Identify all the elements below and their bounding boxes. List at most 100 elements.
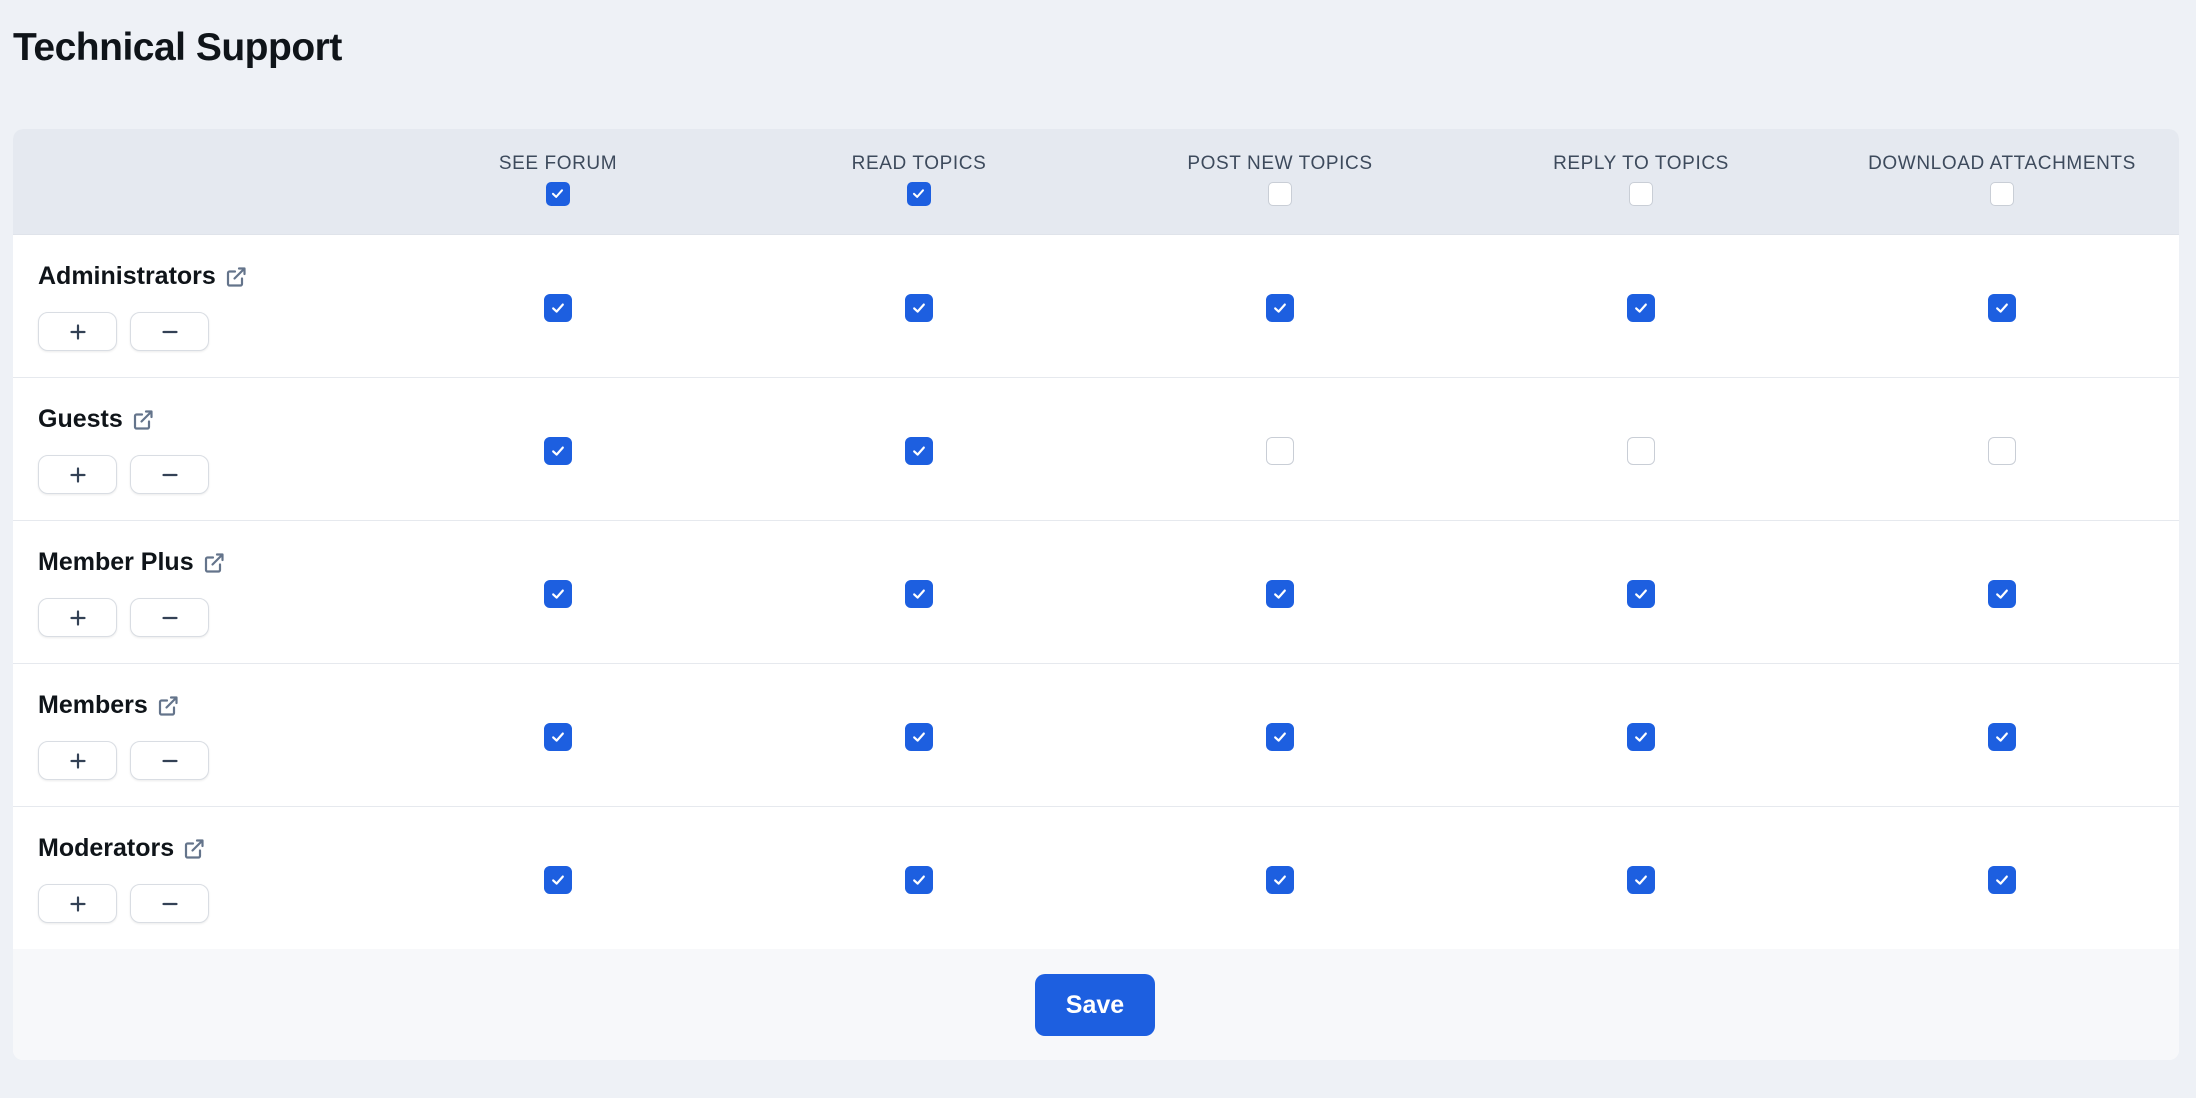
permission-checkbox[interactable] [1627, 437, 1655, 465]
permission-checkbox[interactable] [1988, 580, 2016, 608]
permission-checkbox[interactable] [905, 723, 933, 751]
external-link-icon[interactable] [202, 551, 226, 575]
remove-button[interactable] [130, 598, 209, 637]
permission-cell [1266, 294, 1294, 322]
plus-icon [69, 466, 86, 483]
checkmark-icon [913, 589, 925, 599]
permissions-panel: SEE FORUM READ TOPICS POST NEW TOPICS REPLY… [13, 129, 2179, 1060]
remove-button[interactable] [130, 884, 209, 923]
permission-checkbox[interactable] [1266, 866, 1294, 894]
permission-checkbox[interactable] [905, 580, 933, 608]
remove-button[interactable] [130, 741, 209, 780]
permission-checkbox[interactable] [1627, 866, 1655, 894]
permission-checkbox[interactable] [905, 294, 933, 322]
checkmark-icon [1635, 732, 1647, 742]
permission-cell [1627, 437, 1655, 465]
permission-checkbox[interactable] [1988, 723, 2016, 751]
select-all-checkbox[interactable] [1990, 182, 2014, 206]
group-row: Guests [13, 378, 2179, 521]
permission-checkbox[interactable] [1627, 580, 1655, 608]
permission-cell [544, 723, 572, 751]
plus-icon [69, 609, 86, 626]
column-header: DOWNLOAD ATTACHMENTS [1852, 153, 2152, 206]
add-button[interactable] [38, 741, 117, 780]
checkmark-icon [1274, 875, 1286, 885]
remove-button[interactable] [130, 455, 209, 494]
checkmark-icon [551, 189, 564, 198]
minus-icon [161, 616, 178, 619]
permission-cell [1266, 437, 1294, 465]
add-button[interactable] [38, 455, 117, 494]
external-link-icon[interactable] [156, 694, 180, 718]
select-all-checkbox[interactable] [1629, 182, 1653, 206]
select-all-checkbox[interactable] [907, 182, 931, 206]
select-all-checkbox[interactable] [546, 182, 570, 206]
plus-icon [69, 752, 86, 769]
permission-cell [1988, 866, 2016, 894]
permission-cell [905, 437, 933, 465]
group-name: Member Plus [38, 548, 194, 576]
minus-icon [161, 473, 178, 476]
remove-button[interactable] [130, 312, 209, 351]
add-button[interactable] [38, 884, 117, 923]
permission-checkbox[interactable] [1627, 723, 1655, 751]
checkmark-icon [913, 446, 925, 456]
checkmark-icon [1996, 303, 2008, 313]
minus-icon [161, 759, 178, 762]
permission-checkbox[interactable] [1627, 294, 1655, 322]
permission-checkbox[interactable] [544, 580, 572, 608]
permission-checkbox[interactable] [1266, 723, 1294, 751]
permission-checkbox[interactable] [544, 437, 572, 465]
checkmark-icon [1996, 589, 2008, 599]
add-button[interactable] [38, 312, 117, 351]
permission-cell [544, 580, 572, 608]
save-button[interactable]: Save [1035, 974, 1155, 1036]
group-name-cell: Moderators [38, 834, 206, 863]
permission-cell [1266, 580, 1294, 608]
permission-cell [1988, 437, 2016, 465]
permission-checkbox[interactable] [544, 294, 572, 322]
permission-cell [905, 294, 933, 322]
permission-checkbox[interactable] [1988, 866, 2016, 894]
checkmark-icon [1996, 875, 2008, 885]
column-header: READ TOPICS [769, 153, 1069, 206]
permission-cell [1627, 580, 1655, 608]
permission-cell [1627, 866, 1655, 894]
checkmark-icon [1635, 589, 1647, 599]
permission-cell [1627, 294, 1655, 322]
permission-checkbox[interactable] [1988, 294, 2016, 322]
permission-checkbox[interactable] [544, 723, 572, 751]
permission-checkbox[interactable] [1266, 580, 1294, 608]
page-title: Technical Support [13, 26, 342, 69]
column-header-label: REPLY TO TOPICS [1553, 153, 1729, 174]
permission-checkbox[interactable] [1266, 294, 1294, 322]
permission-checkbox[interactable] [1988, 437, 2016, 465]
external-link-icon[interactable] [131, 408, 155, 432]
permission-cell [1988, 723, 2016, 751]
group-row: Member Plus [13, 521, 2179, 664]
permission-cell [544, 294, 572, 322]
permission-checkbox[interactable] [1266, 437, 1294, 465]
permission-checkbox[interactable] [905, 866, 933, 894]
permission-cell [905, 580, 933, 608]
column-header-label: DOWNLOAD ATTACHMENTS [1868, 153, 2136, 174]
checkmark-icon [913, 875, 925, 885]
column-header: POST NEW TOPICS [1130, 153, 1430, 206]
add-button[interactable] [38, 598, 117, 637]
column-header-label: SEE FORUM [498, 153, 618, 174]
permission-checkbox[interactable] [544, 866, 572, 894]
permission-cell [1988, 580, 2016, 608]
external-link-icon[interactable] [224, 265, 248, 289]
checkmark-icon [552, 446, 564, 456]
group-name-cell: Administrators [38, 262, 248, 291]
plus-icon [69, 895, 86, 912]
checkmark-icon [1635, 875, 1647, 885]
checkmark-icon [1274, 589, 1286, 599]
plus-icon [69, 323, 86, 340]
select-all-checkbox[interactable] [1268, 182, 1292, 206]
group-row: Members [13, 664, 2179, 807]
checkmark-icon [552, 589, 564, 599]
external-link-icon[interactable] [182, 837, 206, 861]
permission-checkbox[interactable] [905, 437, 933, 465]
permission-cell [1266, 866, 1294, 894]
